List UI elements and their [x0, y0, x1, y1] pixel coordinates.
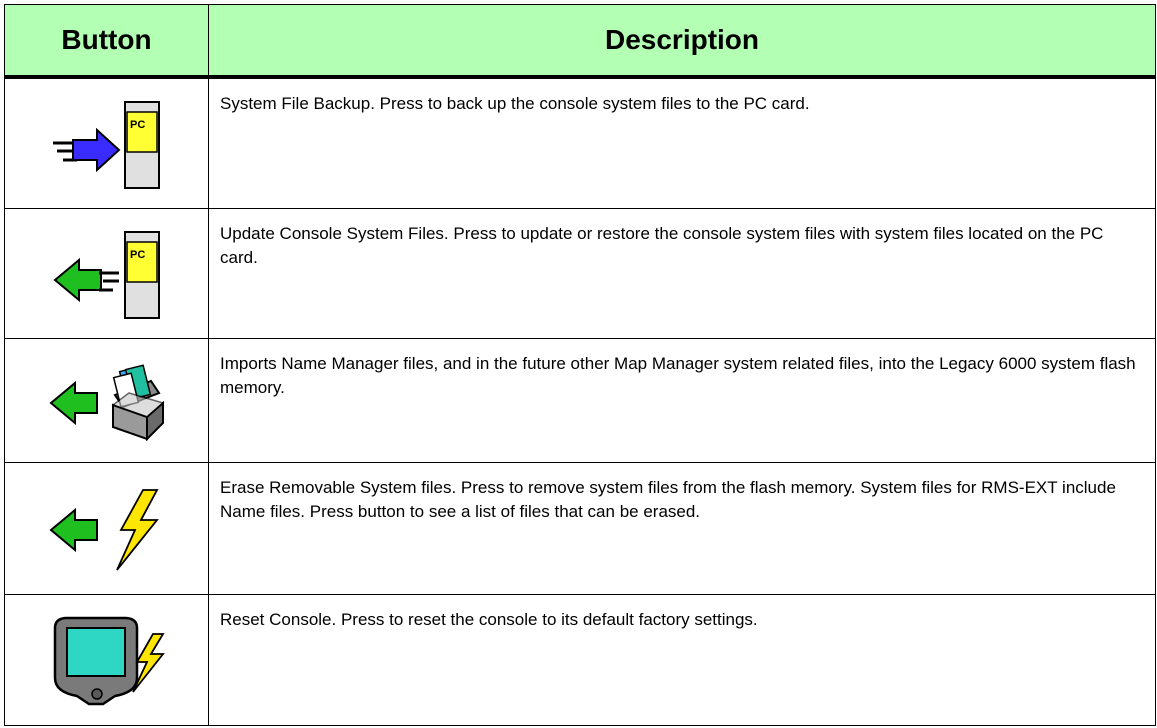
- erase-flash-icon[interactable]: [47, 484, 167, 574]
- button-description-table: Button Description PC System File Backup…: [4, 4, 1156, 726]
- row-description: Imports Name Manager files, and in the f…: [220, 354, 1136, 397]
- table-row: PC Update Console System Files. Press to…: [5, 209, 1155, 339]
- row-description: Reset Console. Press to reset the consol…: [220, 610, 758, 629]
- update-from-pc-card-icon[interactable]: PC: [47, 228, 167, 320]
- row-description: Erase Removable System files. Press to r…: [220, 478, 1116, 521]
- table-row: PC System File Backup. Press to back up …: [5, 79, 1155, 209]
- pc-card-label: PC: [130, 249, 145, 261]
- backup-to-pc-card-icon[interactable]: PC: [47, 98, 167, 190]
- import-files-icon[interactable]: [47, 361, 167, 441]
- reset-console-icon[interactable]: [45, 612, 169, 708]
- import-button-cell[interactable]: [5, 339, 208, 462]
- header-button: Button: [61, 24, 152, 55]
- update-button-cell[interactable]: PC: [5, 209, 208, 338]
- row-description: System File Backup. Press to back up the…: [220, 94, 810, 113]
- pc-card-label: PC: [130, 119, 145, 131]
- erase-button-cell[interactable]: [5, 463, 208, 594]
- table-row: Erase Removable System files. Press to r…: [5, 463, 1155, 595]
- table-header: Button Description: [5, 5, 1155, 79]
- header-description: Description: [604, 24, 760, 55]
- reset-button-cell[interactable]: [5, 595, 208, 725]
- lightning-icon: [115, 488, 159, 571]
- table-row: Imports Name Manager files, and in the f…: [5, 339, 1155, 463]
- table-row: Reset Console. Press to reset the consol…: [5, 595, 1155, 725]
- backup-button-cell[interactable]: PC: [5, 79, 208, 208]
- row-description: Update Console System Files. Press to up…: [220, 224, 1104, 267]
